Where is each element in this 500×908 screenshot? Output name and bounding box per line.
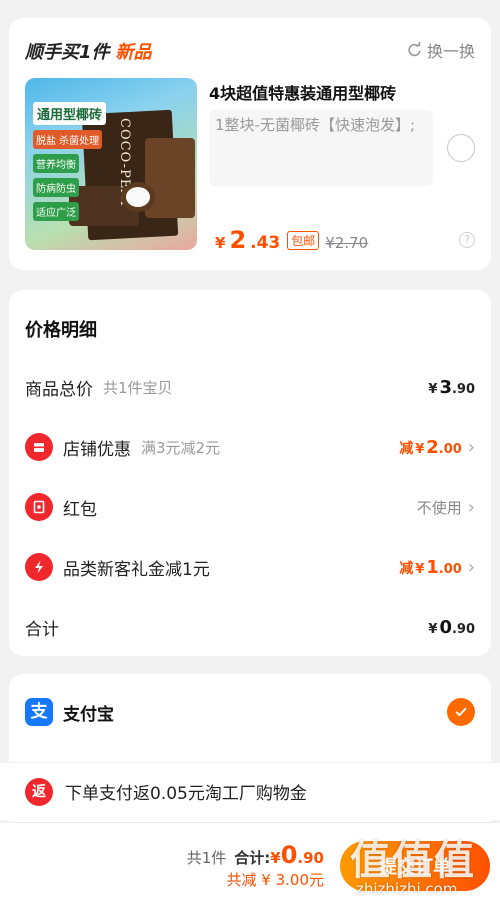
image-tag: 营养均衡 xyxy=(33,154,79,173)
watermark-url: zhizhizhi.com xyxy=(356,880,458,898)
goods-total-value: ¥3.90 xyxy=(428,376,475,398)
subtotal-value: ¥0.90 xyxy=(428,616,475,638)
image-label: 通用型椰砖 xyxy=(33,102,107,125)
row-store-discount[interactable]: 店铺优惠 满3元减2元 减 ¥2.00 › xyxy=(25,432,475,462)
cashback-icon: 返 xyxy=(25,777,53,806)
coconut-image xyxy=(121,182,155,212)
swap-button[interactable]: 换一换 xyxy=(405,38,475,62)
product-image[interactable]: COCO-PEAT 通用型椰砖 脱盐 杀菌处理 营养均衡 防病防虫 适应广泛 xyxy=(25,78,197,250)
chevron-right-icon: › xyxy=(467,436,475,458)
store-discount-value: 减 ¥2.00 › xyxy=(399,436,475,458)
select-radio[interactable] xyxy=(447,134,475,162)
image-tag: 适应广泛 xyxy=(33,202,79,221)
product-spec[interactable]: 1整块-无菌椰砖【快速泡发】; xyxy=(209,110,433,186)
row-new-customer-gift[interactable]: 品类新客礼金减1元 减 ¥1.00 › xyxy=(25,552,475,582)
payment-option-alipay[interactable]: 支 支付宝 xyxy=(25,696,475,728)
original-price: ¥2.70 xyxy=(325,234,369,252)
item-count: 共1件 xyxy=(186,849,227,867)
row-red-packet[interactable]: 红包 不使用 › xyxy=(25,492,475,522)
chevron-right-icon: › xyxy=(467,556,475,578)
free-shipping-badge: 包邮 xyxy=(287,231,320,250)
watermark-logo: 值值值 xyxy=(350,838,476,884)
image-tag: 防病防虫 xyxy=(33,178,79,197)
row-goods-total: 商品总价 共1件宝贝 ¥3.90 xyxy=(25,376,475,400)
help-icon[interactable]: ? xyxy=(459,232,475,248)
new-badge: 新品 xyxy=(115,42,152,63)
store-icon xyxy=(25,433,53,461)
product-title[interactable]: 4块超值特惠装通用型椰砖 xyxy=(209,80,479,104)
addon-title: 顺手买1件 新品 xyxy=(25,42,152,63)
payment-name: 支付宝 xyxy=(63,704,114,725)
price-detail-title: 价格明细 xyxy=(25,320,97,341)
refresh-icon xyxy=(408,41,421,57)
alipay-icon: 支 xyxy=(25,698,53,726)
product-price: ¥2.43 包邮 ¥2.70 xyxy=(215,226,369,254)
new-customer-gift-value: 减 ¥1.00 › xyxy=(399,556,475,578)
order-total: 共1件 合计: ¥0.90 xyxy=(186,841,324,869)
total-saving: 共减 ¥ 3.00元 xyxy=(226,871,324,889)
price-detail-card: 价格明细 商品总价 共1件宝贝 ¥3.90 店铺优惠 满3元减2元 减 ¥2.00… xyxy=(9,290,491,656)
red-packet-value: 不使用 › xyxy=(416,496,475,518)
addon-product-card: 顺手买1件 新品 换一换 COCO-PEAT 通用型椰砖 脱盐 杀菌处理 营养均衡… xyxy=(9,18,491,270)
cashback-promo: 返 下单支付返0.05元淘工厂购物金 xyxy=(0,762,500,820)
promo-text: 下单支付返0.05元淘工厂购物金 xyxy=(65,784,307,804)
row-subtotal: 合计 ¥0.90 xyxy=(25,616,475,640)
swap-label: 换一换 xyxy=(426,42,475,61)
check-icon[interactable] xyxy=(447,698,475,726)
chevron-right-icon: › xyxy=(467,496,475,518)
red-packet-icon xyxy=(25,493,53,521)
image-tag: 脱盐 杀菌处理 xyxy=(33,130,103,149)
lightning-icon xyxy=(25,553,53,581)
